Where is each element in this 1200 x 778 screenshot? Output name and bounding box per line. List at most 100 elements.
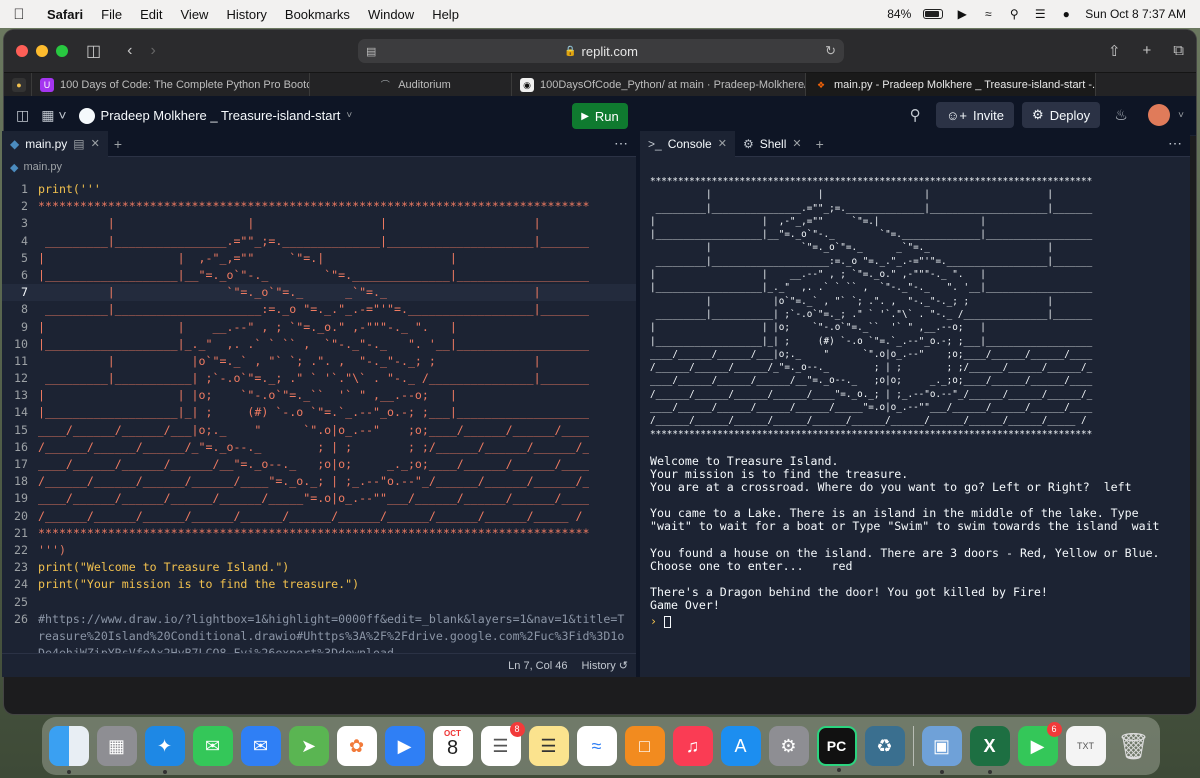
- pinned-tab[interactable]: ●: [4, 73, 32, 96]
- code-line[interactable]: 16/______/______/______/_"=._o--._ ; | ;…: [2, 439, 636, 456]
- code-line[interactable]: 15 ____/______/______/___|o;._ " `".o|o_.…: [2, 422, 636, 439]
- tab-overview-icon[interactable]: ⧉: [1173, 42, 1184, 60]
- sidebar-toggle-icon[interactable]: ◫: [86, 41, 101, 61]
- line-number[interactable]: 4: [2, 233, 38, 250]
- line-number[interactable]: 16: [2, 439, 38, 456]
- minimize-window-button[interactable]: [36, 45, 48, 57]
- chevron-down-icon[interactable]: ˅: [1178, 110, 1184, 121]
- control-center-icon[interactable]: ☰: [1033, 7, 1047, 21]
- sidebar-panel-icon[interactable]: ◫: [16, 107, 29, 124]
- close-window-button[interactable]: [16, 45, 28, 57]
- code-line[interactable]: 6 |___________________|__"=._o`"-._ `"=._…: [2, 267, 636, 284]
- code-line[interactable]: 10 |___________________|_._" ,. .` ` `` ,…: [2, 336, 636, 353]
- code-line[interactable]: 18/______/______/______/______/____"=._o…: [2, 473, 636, 490]
- browser-tab-udemy[interactable]: U 100 Days of Code: The Complete Python P…: [32, 73, 310, 96]
- pycharm-icon[interactable]: PC: [816, 726, 857, 772]
- line-number[interactable]: 1: [2, 181, 38, 198]
- code-line[interactable]: 17 ____/______/______/______/__"=._o--._ …: [2, 456, 636, 473]
- calendar-icon[interactable]: OCT 8: [432, 726, 473, 766]
- tab-shell[interactable]: ⚙ Shell ✕: [735, 131, 810, 157]
- workspace-menu-icon[interactable]: ▦ ˅: [41, 107, 66, 124]
- code-line[interactable]: 2 ***************************************…: [2, 198, 636, 215]
- code-line[interactable]: 8 _________|_____________________:=._o "…: [2, 301, 636, 318]
- menu-bar-clock[interactable]: Sun Oct 8 7:37 AM: [1085, 7, 1186, 21]
- battery-icon[interactable]: [923, 9, 944, 19]
- repl-name[interactable]: Pradeep Molkhere _ Treasure-island-start: [101, 108, 341, 123]
- close-icon[interactable]: ✕: [91, 137, 100, 150]
- menu-help[interactable]: Help: [423, 7, 468, 22]
- line-number[interactable]: 12: [2, 370, 38, 387]
- app-store-icon[interactable]: A: [720, 726, 761, 766]
- reader-icon[interactable]: ▤: [366, 45, 376, 58]
- safari-icon[interactable]: ✦: [144, 726, 185, 774]
- spotlight-search-icon[interactable]: ⚲: [1007, 7, 1021, 21]
- menu-bookmarks[interactable]: Bookmarks: [276, 7, 359, 22]
- code-line[interactable]: 9 | | __.--" , ; `"=._o." ,-"""-._ ". |: [2, 319, 636, 336]
- line-number[interactable]: 23: [2, 559, 38, 576]
- code-line[interactable]: 25: [2, 594, 636, 611]
- line-number[interactable]: 21: [2, 525, 38, 542]
- more-options-icon[interactable]: ⋯: [1168, 135, 1182, 152]
- code-editor[interactable]: 1 print(''' 2 *****************************…: [2, 181, 636, 660]
- code-line[interactable]: 13 | | |o; `"-.o`"=._`` '` " ,__.--o; |: [2, 387, 636, 404]
- reminders-icon[interactable]: ☰ 8: [480, 722, 525, 766]
- apple-menu-icon[interactable]: : [0, 6, 38, 23]
- code-line[interactable]: 1 print(''': [2, 181, 636, 198]
- textedit-document-icon[interactable]: TXT: [1065, 726, 1106, 766]
- preview-icon[interactable]: ▣: [921, 726, 962, 774]
- line-number[interactable]: 15: [2, 422, 38, 439]
- code-line[interactable]: 20/______/______/______/______/______/__…: [2, 508, 636, 525]
- code-line[interactable]: 22 '''): [2, 542, 636, 559]
- run-button[interactable]: ▶ Run: [572, 103, 628, 129]
- photos-icon[interactable]: ✿: [336, 726, 377, 766]
- line-number[interactable]: 22: [2, 542, 38, 559]
- line-number[interactable]: 17: [2, 456, 38, 473]
- menu-history[interactable]: History: [217, 7, 275, 22]
- add-tab-icon[interactable]: +: [816, 136, 824, 152]
- line-number[interactable]: 9: [2, 319, 38, 336]
- tab-console[interactable]: >_ Console ✕: [640, 130, 735, 157]
- console-cursor[interactable]: [663, 615, 671, 628]
- line-number[interactable]: 10: [2, 336, 38, 353]
- line-number[interactable]: 18: [2, 473, 38, 490]
- code-line[interactable]: 7 | `"=._o`"=._ _`"=._ |: [2, 284, 636, 302]
- code-line[interactable]: 19 ____/______/______/______/______/_____…: [2, 490, 636, 507]
- console-output[interactable]: ****************************************…: [640, 157, 1190, 677]
- menu-file[interactable]: File: [92, 7, 131, 22]
- new-tab-icon[interactable]: +: [1143, 42, 1152, 60]
- line-number[interactable]: 8: [2, 301, 38, 318]
- play-icon[interactable]: ▶: [955, 7, 969, 21]
- mysql-workbench-icon[interactable]: ♻: [864, 726, 905, 766]
- add-tab-icon[interactable]: +: [114, 136, 122, 152]
- close-icon[interactable]: ✕: [792, 137, 801, 150]
- code-line[interactable]: 23 print("Welcome to Treasure Island."): [2, 559, 636, 576]
- user-avatar[interactable]: [1148, 104, 1171, 126]
- browser-tab-replit-active[interactable]: ❖ main.py - Pradeep Molkhere _ Treasure-i…: [806, 73, 1096, 96]
- messages-icon[interactable]: ✉: [192, 726, 233, 766]
- notification-bell-icon[interactable]: ♨: [1108, 106, 1134, 124]
- more-options-icon[interactable]: ⋯: [614, 135, 628, 152]
- history-button[interactable]: History ↺: [581, 659, 628, 672]
- reload-icon[interactable]: ↻: [825, 43, 836, 59]
- cursor-position[interactable]: Ln 7, Col 46: [508, 660, 567, 672]
- line-number[interactable]: 6: [2, 267, 38, 284]
- launchpad-icon[interactable]: ▦: [96, 726, 137, 766]
- invite-button[interactable]: ☺+ Invite: [936, 102, 1015, 128]
- code-line[interactable]: 3 | | | |: [2, 215, 636, 232]
- line-number[interactable]: 20: [2, 508, 38, 525]
- line-number[interactable]: 2: [2, 198, 38, 215]
- siri-icon[interactable]: ●: [1059, 7, 1073, 21]
- line-number[interactable]: 19: [2, 490, 38, 507]
- forward-icon[interactable]: ›: [150, 42, 155, 60]
- finder-icon[interactable]: [48, 726, 89, 774]
- trash-icon[interactable]: 🗑: [1114, 726, 1154, 766]
- code-line[interactable]: 14 |___________________|_| ; (#) `-.o `"=…: [2, 404, 636, 421]
- code-line[interactable]: 21 **************************************…: [2, 525, 636, 542]
- close-icon[interactable]: ✕: [718, 137, 727, 150]
- notes-icon[interactable]: ☰: [528, 726, 569, 766]
- line-number[interactable]: 14: [2, 404, 38, 421]
- address-url[interactable]: replit.com: [582, 44, 638, 59]
- line-number[interactable]: 5: [2, 250, 38, 267]
- fullscreen-window-button[interactable]: [56, 45, 68, 57]
- menu-edit[interactable]: Edit: [131, 7, 171, 22]
